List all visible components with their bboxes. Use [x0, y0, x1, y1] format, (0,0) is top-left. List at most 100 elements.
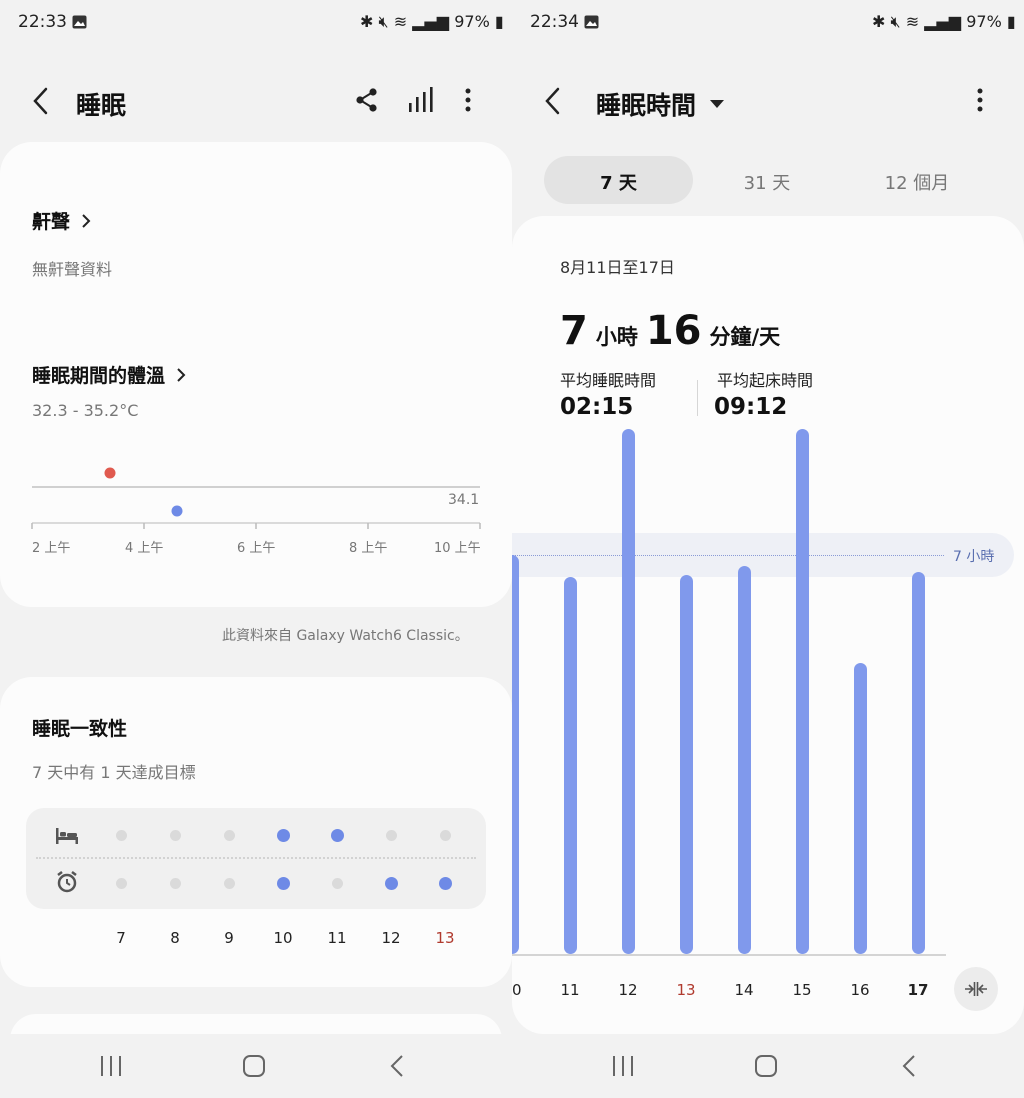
bedtime-dot [330, 828, 344, 842]
bar-day-13[interactable] [680, 574, 693, 954]
temperature-chart [31, 467, 481, 529]
day-label: 9 [224, 929, 234, 947]
snore-status: 無鼾聲資料 [32, 260, 113, 279]
avg-minutes-unit: 分鐘/天 [709, 325, 781, 349]
temperature-title: 睡眠期間的體溫 [32, 365, 166, 387]
waketime-dot [169, 877, 181, 889]
temperature-max-point [104, 467, 116, 479]
x-tick-label: 12 [618, 981, 638, 999]
bar-chart-icon[interactable] [408, 86, 434, 114]
bar-day-15[interactable] [796, 429, 809, 954]
avg-hours-unit: 小時 [595, 325, 638, 349]
gallery-icon [584, 15, 599, 29]
collapse-icon [965, 982, 987, 996]
day-label: 10 [273, 929, 293, 947]
chevron-right-icon [82, 213, 91, 228]
bedtime-dot [439, 829, 451, 841]
nav-back-icon[interactable] [900, 1053, 918, 1079]
temperature-min-point [171, 505, 183, 517]
waketime-dot [223, 877, 235, 889]
avg-minutes: 16 [645, 308, 702, 354]
tab-12-months[interactable]: 12 個月 [847, 169, 987, 195]
x-axis [512, 954, 946, 956]
status-indicators: ✱ 🔇︎ ≋ ▂▄▆ 97% ▮ [872, 12, 1016, 32]
wifi-icon: ≋ [393, 12, 408, 31]
page-title: 睡眠 [76, 91, 127, 120]
metric-dropdown[interactable]: 睡眠時間 [596, 86, 725, 122]
x-tick-label: 13 [676, 981, 696, 999]
battery-percent: 97% [966, 12, 1002, 31]
bed-icon [56, 828, 78, 844]
battery-icon: ▮ [1006, 12, 1016, 31]
bedtime-dot [169, 829, 181, 841]
day-label: 8 [170, 929, 180, 947]
snore-link[interactable]: 鼾聲 [32, 207, 92, 234]
bedtime-dot [385, 829, 397, 841]
x-tick-label: 0 [512, 981, 522, 999]
dropdown-triangle-icon [710, 100, 725, 108]
snore-title: 鼾聲 [32, 211, 71, 233]
chevron-right-icon [177, 367, 186, 382]
alarm-icon [57, 871, 77, 893]
bar-day-11[interactable] [564, 577, 577, 954]
waketime-dot [115, 877, 127, 889]
back-icon[interactable] [542, 86, 564, 116]
home-icon[interactable] [754, 1054, 778, 1078]
waketime-dot [276, 876, 290, 890]
tick-label: 6 上午 [237, 541, 276, 556]
bar-day-12[interactable] [622, 429, 635, 954]
temperature-link[interactable]: 睡眠期間的體溫 [32, 361, 187, 388]
x-tick-label: 14 [734, 981, 754, 999]
status-time: 22:33 [18, 12, 67, 32]
bluetooth-icon: ✱ [360, 12, 374, 31]
more-options-icon[interactable] [975, 87, 985, 113]
waketime-dot [384, 876, 398, 890]
date-range: 8月11日至17日 [560, 258, 675, 277]
bedtime-dot [276, 828, 290, 842]
back-icon[interactable] [30, 86, 52, 116]
day-label: 11 [327, 929, 347, 947]
signal-icon: ▂▄▆ [924, 12, 962, 31]
mute-icon: 🔇︎ [890, 12, 901, 31]
bar-day-16[interactable] [854, 663, 867, 954]
bar-day-14[interactable] [738, 566, 751, 954]
recent-apps-icon[interactable] [611, 1055, 635, 1077]
consistency-subtitle: 7 天中有 1 天達成目標 [32, 763, 196, 782]
tick-label: 8 上午 [349, 541, 388, 556]
average-duration: 7 小時 16 分鐘/天 [560, 308, 780, 354]
home-icon[interactable] [242, 1054, 266, 1078]
day-label: 12 [381, 929, 401, 947]
sleep-screen: 22:33 ✱ 🔇︎ ≋ ▂▄▆ 97% ▮ 睡眠 鼾聲 無鼾聲資料 睡眠期間的… [0, 0, 512, 1098]
data-source-note: 此資料來自 Galaxy Watch6 Classic。 [222, 628, 469, 644]
battery-icon: ▮ [494, 12, 504, 31]
bar-day-17[interactable] [912, 571, 925, 954]
goal-line [512, 554, 944, 556]
tab-31-days[interactable]: 31 天 [702, 169, 832, 195]
day-label: 7 [116, 929, 126, 947]
nav-back-icon[interactable] [388, 1053, 406, 1079]
more-options-icon[interactable] [463, 87, 473, 113]
fit-view-button[interactable] [954, 967, 998, 1011]
day-label-sunday: 13 [435, 929, 455, 947]
page-title: 睡眠時間 [596, 91, 697, 120]
tick-label: 4 上午 [125, 541, 164, 556]
x-tick-label: 15 [792, 981, 812, 999]
mute-icon: 🔇︎ [378, 12, 389, 31]
bedtime-dot [223, 829, 235, 841]
x-tick-label: 11 [560, 981, 580, 999]
share-icon[interactable] [354, 87, 380, 113]
avg-wake-label: 平均起床時間 [717, 371, 814, 390]
stat-divider [697, 380, 698, 416]
wifi-icon: ≋ [905, 12, 920, 31]
tab-7-days-label: 7 天 [600, 173, 637, 194]
bar-day-10[interactable] [512, 554, 519, 954]
x-tick-label: 17 [907, 981, 929, 999]
sleep-time-screen: 22:34 ✱ 🔇︎ ≋ ▂▄▆ 97% ▮ 睡眠時間 7 天 31 天 12 … [512, 0, 1024, 1098]
signal-icon: ▂▄▆ [412, 12, 450, 31]
waketime-dot [438, 876, 452, 890]
status-time: 22:34 [530, 12, 579, 32]
temperature-range: 32.3 - 35.2°C [32, 401, 139, 420]
recent-apps-icon[interactable] [99, 1055, 123, 1077]
consistency-title: 睡眠一致性 [32, 718, 128, 740]
avg-hours: 7 [560, 308, 588, 354]
